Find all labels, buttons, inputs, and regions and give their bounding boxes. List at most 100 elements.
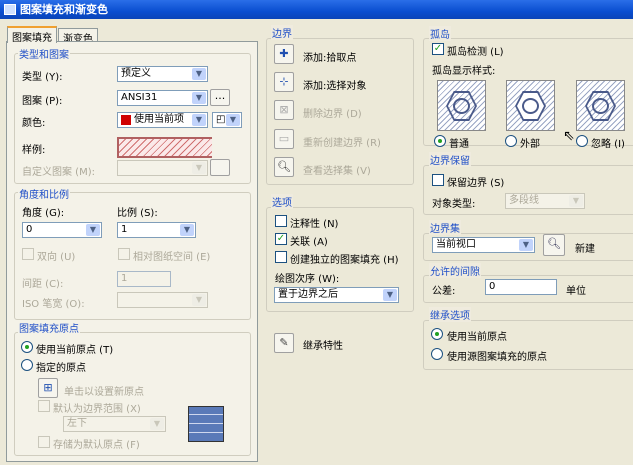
island-outer-image[interactable] [506,80,555,131]
use-current-origin-radio[interactable]: 使用当前原点 (T) [21,341,171,356]
group-label: 选项 [271,194,293,209]
group-label: 边界集 [429,220,461,235]
chevron-down-icon: ▼ [519,239,533,251]
boundary-set-select[interactable]: 当前视口 ▼ [432,237,535,253]
inherit-source-origin-radio[interactable]: 使用源图案填充的原点 [431,348,611,363]
angle-select[interactable]: 0 ▼ [22,222,102,238]
type-select[interactable]: 预定义 ▼ [117,66,208,82]
default-extent-checkbox[interactable]: 默认为边界范围 (X) [38,400,178,415]
tab-hatch[interactable]: 图案填充 [7,26,57,44]
mouse-cursor-icon: ⇖ [563,128,575,144]
specified-origin-radio[interactable]: 指定的原点 [21,359,171,374]
view-selection-button[interactable]: 🔍︎ [274,157,294,177]
set-origin-button[interactable]: ⊞ [38,378,58,398]
chevron-down-icon: ▼ [180,224,194,236]
pattern-swatch[interactable] [117,137,212,158]
draw-order-label: 绘图次序 (W): [275,274,340,285]
add-pick-label: 添加:拾取点 [303,53,357,64]
chevron-down-icon: ▼ [192,92,206,104]
group-label: 继承选项 [429,307,471,322]
new-boundary-set-button[interactable]: 🔍︎ [543,234,565,256]
view-selection-label: 查看选择集 (V) [303,166,371,177]
add-select-label: 添加:选择对象 [303,81,367,92]
color-swatch [121,115,131,125]
pattern-select[interactable]: ANSI31 ▼ [117,90,208,106]
spacing-input[interactable]: 1 [117,271,171,287]
type-label: 类型 (Y): [22,72,63,83]
island-ignore-image[interactable] [576,80,625,131]
scale-label: 比例 (S): [117,208,158,219]
app-icon [4,4,16,15]
extent-select[interactable]: 左下 ▼ [63,416,166,432]
click-set-origin-label: 单击以设置新原点 [64,387,144,398]
brush-icon: ✎ [279,336,289,349]
store-default-checkbox[interactable]: 存储为默认原点 (F) [38,436,178,451]
island-style-label: 孤岛显示样式: [432,66,496,77]
group-label: 边界保留 [429,152,471,167]
inherit-current-origin-radio[interactable]: 使用当前原点 [431,328,581,343]
chevron-down-icon: ▼ [192,68,206,80]
group-label: 允许的间隙 [429,263,481,278]
swatch-label: 样例: [22,145,46,156]
pattern-label: 图案 (P): [22,96,63,107]
background-color-select[interactable]: ◰ ▼ [212,112,242,128]
window-title: 图案填充和渐变色 [20,3,108,16]
hatch-panel: 类型和图案 类型 (Y): 预定义 ▼ 图案 (P): ANSI31 ▼ ... 颜… [6,41,258,462]
group-label: 角度和比例 [18,186,70,201]
group-label: 边界 [271,25,293,40]
island-detection-checkbox[interactable]: ✓ 孤岛检测 (L) [432,43,552,58]
chevron-down-icon: ▼ [86,224,100,236]
group-label: 孤岛 [429,26,451,41]
new-label: 新建 [575,244,595,255]
tolerance-label: 公差: [432,286,456,297]
custom-browse-button[interactable] [210,159,230,176]
remove-icon: ⊠ [279,103,289,116]
title-bar: 图案填充和渐变色 [0,0,633,19]
island-normal-radio[interactable]: 普通 [434,135,494,150]
select-plus-icon: ⊹ [279,75,289,88]
inherit-properties-button[interactable]: ✎ [274,333,294,353]
chevron-down-icon: ▼ [226,114,240,126]
brick-origin-icon [188,406,224,442]
double-checkbox[interactable]: 双向 (U) [22,248,75,263]
magnifier-icon: 🔍︎ [547,237,561,250]
relative-paper-checkbox[interactable]: 相对图纸空间 (E) [118,248,248,263]
group-label: 类型和图案 [18,46,70,61]
magnifier-icon: 🔍︎ [277,160,291,173]
independent-hatch-checkbox[interactable]: 创建独立的图案填充 (H) [275,251,415,266]
unit-label: 单位 [566,286,586,297]
recreate-icon: ▭ [278,132,290,145]
island-outer-radio[interactable]: 外部 [505,135,565,150]
scale-select[interactable]: 1 ▼ [117,222,196,238]
retain-boundary-checkbox[interactable]: 保留边界 (S) [432,174,552,189]
object-type-label: 对象类型: [432,199,476,210]
annotative-checkbox[interactable]: 注释性 (N) [275,215,405,230]
plus-icon: ✚ [279,47,289,60]
remove-boundary-label: 删除边界 (D) [303,109,362,120]
set-origin-icon: ⊞ [43,381,53,394]
object-type-select[interactable]: 多段线 ▼ [505,193,585,209]
custom-pattern-select[interactable]: ▼ [117,160,208,176]
tolerance-input[interactable]: 0 [485,279,557,295]
spacing-label: 间距 (C): [22,279,64,290]
color-label: 颜色: [22,118,46,129]
island-ignore-radio[interactable]: 忽略 (I) [576,135,633,150]
chevron-down-icon: ▼ [383,289,397,301]
angle-label: 角度 (G): [22,208,65,219]
associative-checkbox[interactable]: ✓ 关联 (A) [275,233,405,248]
color-select[interactable]: 使用当前项 ▼ [117,112,208,128]
remove-boundary-button[interactable]: ⊠ [274,100,294,120]
add-pick-points-button[interactable]: ✚ [274,44,294,64]
draw-order-select[interactable]: 置于边界之后 ▼ [274,287,399,303]
island-normal-image[interactable] [437,80,486,131]
recreate-boundary-label: 重新创建边界 (R) [303,138,381,149]
inherit-properties-label: 继承特性 [303,341,343,352]
iso-pen-select[interactable]: ▼ [117,292,208,308]
chevron-down-icon: ▼ [192,114,206,126]
pattern-browse-button[interactable]: ... [210,89,230,106]
custom-pattern-label: 自定义图案 (M): [22,167,95,178]
group-label: 图案填充原点 [18,320,80,335]
add-select-objects-button[interactable]: ⊹ [274,72,294,92]
iso-pen-label: ISO 笔宽 (O): [22,299,85,310]
recreate-boundary-button[interactable]: ▭ [274,129,294,149]
